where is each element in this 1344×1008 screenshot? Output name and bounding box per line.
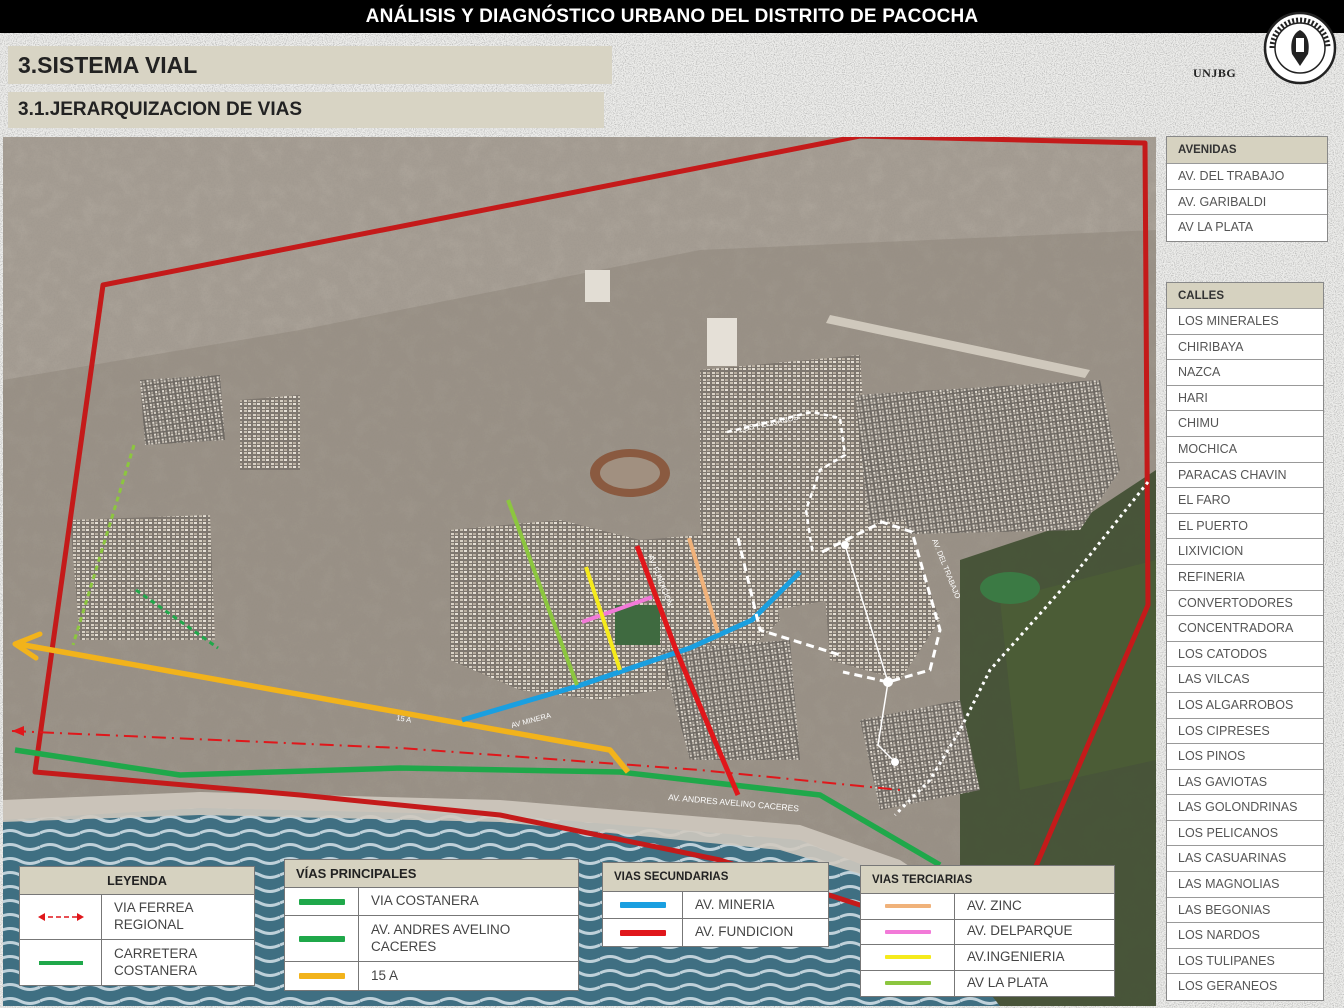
via-terciaria-row: AV LA PLATA <box>861 970 1114 996</box>
blue-line-icon <box>603 892 683 918</box>
via-terciaria-label: AV.INGENIERIA <box>967 948 1065 964</box>
vias-principales-table: VÍAS PRINCIPALES VIA COSTANERA AV. ANDRE… <box>284 859 579 991</box>
calles-header: CALLES <box>1167 283 1323 309</box>
calle-item: PARACAS CHAVIN <box>1167 463 1323 489</box>
via-principal-label: VIA COSTANERA <box>371 893 479 909</box>
calle-item: LOS CIPRESES <box>1167 719 1323 745</box>
calle-item: LOS TULIPANES <box>1167 949 1323 975</box>
via-principal-label: AV. ANDRES AVELINO CACERES <box>371 921 511 954</box>
calle-item: LOS NARDOS <box>1167 923 1323 949</box>
via-terciaria-row: AV. DELPARQUE <box>861 919 1114 945</box>
calle-item: LAS GOLONDRINAS <box>1167 795 1323 821</box>
avenida-item: AV. DEL TRABAJO <box>1167 164 1327 190</box>
calle-item: LAS MAGNOLIAS <box>1167 872 1323 898</box>
calles-table: CALLES LOS MINERALES CHIRIBAYA NAZCA HAR… <box>1166 282 1324 1002</box>
calle-item: CONCENTRADORA <box>1167 616 1323 642</box>
vias-secundarias-table: VIAS SECUNDARIAS AV. MINERIA AV. FUNDICI… <box>602 862 829 947</box>
via-principal-row: AV. ANDRES AVELINO CACERES <box>285 916 578 962</box>
leyenda-label: VIA FERREA REGIONAL <box>114 900 193 932</box>
orange-line-icon <box>861 894 955 919</box>
calle-item: LOS GERANEOS <box>1178 979 1278 994</box>
calle-item: LAS BEGONIAS <box>1167 898 1323 924</box>
via-terciaria-row: AV. ZINC <box>861 894 1114 920</box>
via-principal-row: 15 A <box>285 962 578 990</box>
university-name: UNJBG <box>1193 66 1237 80</box>
vias-principales-header: VÍAS PRINCIPALES <box>285 860 578 888</box>
avenidas-table: AVENIDAS AV. DEL TRABAJO AV. GARIBALDI A… <box>1166 136 1328 242</box>
yellow-line-icon <box>861 945 955 970</box>
calle-item: LOS PINOS <box>1167 744 1323 770</box>
calle-item: CONVERTODORES <box>1167 591 1323 617</box>
subsection-title: 3.1.JERARQUIZACION DE VIAS <box>8 92 604 128</box>
calle-item: CHIRIBAYA <box>1167 335 1323 361</box>
via-principal-row: VIA COSTANERA <box>285 888 578 916</box>
calle-item: LAS VILCAS <box>1167 667 1323 693</box>
avenida-item: AV LA PLATA <box>1178 220 1254 234</box>
calle-item: EL PUERTO <box>1167 514 1323 540</box>
leyenda-row: VIA FERREA REGIONAL <box>20 895 254 940</box>
calle-item: EL FARO <box>1167 488 1323 514</box>
green-line-icon <box>20 940 102 985</box>
calle-item: CHIMU <box>1167 411 1323 437</box>
calle-item: NAZCA <box>1167 360 1323 386</box>
red-line-icon <box>603 919 683 946</box>
calle-item: LOS PELICANOS <box>1167 821 1323 847</box>
calle-item: LAS GAVIOTAS <box>1167 770 1323 796</box>
via-terciaria-label: AV. DELPARQUE <box>967 923 1073 939</box>
calle-item: LIXIVICION <box>1167 539 1323 565</box>
light-green-line-icon <box>861 970 955 996</box>
leyenda-table: LEYENDA VIA FERREA REGIONAL CARRETERA CO… <box>19 866 255 986</box>
via-secundaria-row: AV. MINERIA <box>603 892 828 919</box>
section-title: 3.SISTEMA VIAL <box>8 46 612 84</box>
leyenda-label: CARRETERA COSTANERA <box>114 945 198 978</box>
green-line-icon <box>285 888 359 915</box>
avenida-item: AV. GARIBALDI <box>1167 190 1327 215</box>
calle-item: LOS MINERALES <box>1167 309 1323 335</box>
via-terciaria-label: AV LA PLATA <box>967 974 1049 990</box>
leyenda-row: CARRETERA COSTANERA <box>20 940 254 985</box>
via-terciaria-row: AV.INGENIERIA <box>861 945 1114 971</box>
pink-line-icon <box>861 919 955 944</box>
double-arrow-icon <box>20 895 102 939</box>
green-line-icon <box>285 916 359 961</box>
vias-terciarias-table: VIAS TERCIARIAS AV. ZINC AV. DELPARQUE A… <box>860 865 1115 997</box>
via-secundaria-label: AV. FUNDICION <box>695 924 794 940</box>
calle-item: REFINERIA <box>1167 565 1323 591</box>
calle-item: HARI <box>1167 386 1323 412</box>
via-terciaria-label: AV. ZINC <box>967 897 1022 913</box>
calle-item: LOS ALGARROBOS <box>1167 693 1323 719</box>
calle-item: MOCHICA <box>1167 437 1323 463</box>
vias-terciarias-header: VIAS TERCIARIAS <box>861 866 1114 894</box>
via-principal-label: 15 A <box>371 967 399 983</box>
via-secundaria-row: AV. FUNDICION <box>603 919 828 946</box>
vias-secundarias-header: VIAS SECUNDARIAS <box>603 863 828 892</box>
university-seal-icon <box>1263 11 1337 85</box>
leyenda-header: LEYENDA <box>20 867 254 895</box>
avenidas-header: AVENIDAS <box>1167 137 1327 164</box>
yellow-line-icon <box>285 962 359 990</box>
via-secundaria-label: AV. MINERIA <box>695 896 775 912</box>
page-title: ANÁLISIS Y DIAGNÓSTICO URBANO DEL DISTRI… <box>0 0 1344 33</box>
calle-item: LOS CATODOS <box>1167 642 1323 668</box>
calle-item: LAS CASUARINAS <box>1167 846 1323 873</box>
